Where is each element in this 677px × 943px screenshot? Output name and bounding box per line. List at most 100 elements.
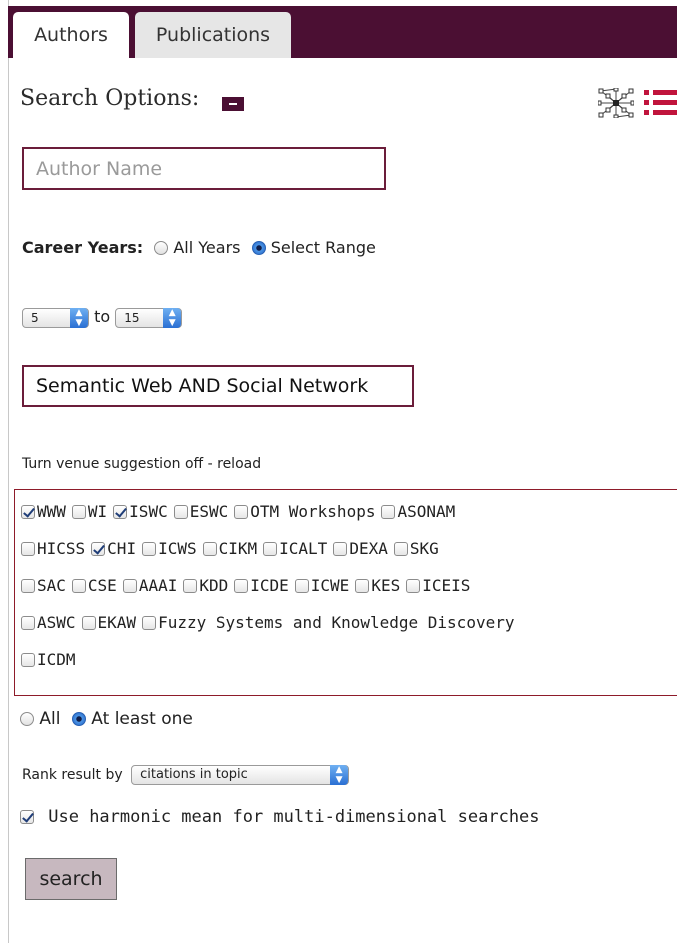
all-years-label: All Years	[173, 238, 241, 257]
collapse-toggle-button[interactable]	[222, 97, 244, 111]
venue-label: ICWE	[310, 576, 350, 595]
venue-option[interactable]: ISWC	[113, 502, 168, 521]
harmonic-mean-checkbox[interactable]	[20, 810, 34, 824]
rank-row: Rank result by citations in topic ▲ ▼	[22, 765, 350, 785]
venue-checkbox[interactable]	[393, 542, 408, 556]
rank-select[interactable]: citations in topic ▲ ▼	[131, 765, 350, 785]
venue-checkbox[interactable]	[263, 542, 278, 556]
stepper-arrows-icon: ▲ ▼	[70, 307, 88, 328]
venue-row: ASWC EKAW Fuzzy Systems and Knowledge Disc…	[21, 613, 520, 632]
venue-option[interactable]: SAC	[21, 576, 66, 595]
venue-suggestion-toggle-link[interactable]: Turn venue suggestion off - reload	[22, 456, 261, 472]
venue-label: ICDE	[250, 576, 289, 595]
stepper-arrows-icon: ▲ ▼	[163, 307, 182, 328]
venue-label: ASWC	[37, 613, 76, 632]
venue-label: AAAI	[138, 576, 178, 595]
venue-label: ESWC	[189, 502, 229, 521]
venue-checkbox[interactable]	[71, 579, 86, 593]
venue-row: WWW WI ISWC ESWC OTM Workshops ASONAM	[21, 502, 461, 521]
venue-checkbox[interactable]	[21, 579, 35, 593]
venue-option[interactable]: KDD	[183, 576, 228, 595]
venue-checkbox[interactable]	[333, 542, 348, 556]
venue-option[interactable]: SKG	[393, 539, 439, 558]
venue-checkbox[interactable]	[234, 579, 249, 593]
venue-checkbox[interactable]	[355, 579, 370, 593]
venue-checkbox[interactable]	[21, 505, 35, 519]
query-input[interactable]: Semantic Web AND Social Network	[22, 365, 414, 407]
venue-option[interactable]: ASWC	[21, 613, 76, 632]
venue-checkbox[interactable]	[21, 616, 35, 630]
venue-checkbox[interactable]	[234, 505, 249, 519]
harmonic-row: Use harmonic mean for multi-dimensional …	[20, 807, 540, 827]
venue-checkbox[interactable]	[183, 579, 198, 593]
venue-option[interactable]: CSE	[71, 576, 117, 595]
venue-checkbox[interactable]	[202, 542, 217, 556]
from-year-select[interactable]: 5 ▲ ▼	[22, 307, 89, 328]
venue-checkbox[interactable]	[122, 579, 137, 593]
all-years-radio[interactable]	[154, 241, 169, 255]
venue-label: EKAW	[97, 613, 137, 632]
author-name-input[interactable]	[22, 147, 386, 190]
search-button[interactable]: search	[25, 858, 117, 900]
to-label: to	[94, 307, 111, 326]
venue-checkbox[interactable]	[406, 579, 421, 593]
match-all-label: All	[39, 709, 61, 729]
venue-checkbox[interactable]	[113, 505, 128, 519]
venue-option[interactable]: ICDM	[21, 650, 76, 669]
venue-option[interactable]: ICWE	[294, 576, 350, 595]
venue-row: SAC CSE AAAI KDD ICDE ICWE KES ICEIS	[21, 576, 476, 595]
venue-checkbox[interactable]	[142, 616, 157, 630]
venue-label: ICALT	[279, 539, 328, 558]
venue-checkbox[interactable]	[21, 653, 35, 667]
venue-option[interactable]: CHI	[91, 539, 136, 558]
venue-label: CSE	[87, 576, 117, 595]
venue-checkbox[interactable]	[81, 616, 96, 630]
venue-label: ASONAM	[397, 502, 456, 521]
venue-label: Fuzzy Systems and Knowledge Discovery	[158, 613, 515, 632]
venue-option[interactable]: WWW	[21, 502, 66, 521]
venue-option[interactable]: DEXA	[333, 539, 388, 558]
venue-checkbox[interactable]	[173, 505, 188, 519]
venue-checkbox[interactable]	[381, 505, 396, 519]
select-arrows-icon: ▲ ▼	[330, 765, 349, 785]
match-at-least-one-radio[interactable]	[71, 712, 86, 726]
venue-checkbox[interactable]	[142, 542, 157, 556]
venue-checkbox[interactable]	[91, 542, 106, 556]
venue-row: ICDM	[21, 650, 82, 669]
to-year-select[interactable]: 15 ▲ ▼	[115, 307, 183, 328]
career-years-row: Career Years: All Years Select Range	[22, 238, 376, 257]
venue-label: ICDM	[37, 650, 76, 669]
venue-option[interactable]: KES	[355, 576, 400, 595]
venue-option[interactable]: ASONAM	[381, 502, 455, 521]
tab-publications[interactable]: Publications	[135, 12, 291, 58]
tab-authors[interactable]: Authors	[13, 12, 129, 58]
venue-option[interactable]: WI	[71, 502, 108, 521]
venue-option[interactable]: ICDE	[234, 576, 289, 595]
match-at-least-one-label: At least one	[91, 709, 193, 729]
venue-option[interactable]: ICALT	[263, 539, 327, 558]
left-border	[8, 0, 9, 943]
venue-label: WI	[87, 502, 108, 521]
venue-option[interactable]: ICWS	[142, 539, 197, 558]
venue-option[interactable]: EKAW	[81, 613, 137, 632]
list-view-icon[interactable]	[644, 88, 677, 118]
venue-checkbox[interactable]	[294, 579, 309, 593]
venue-label: SKG	[409, 539, 439, 558]
venue-checkbox[interactable]	[71, 505, 86, 519]
match-all-radio[interactable]	[20, 712, 34, 726]
venue-label: ICWS	[158, 539, 197, 558]
venue-label: ICEIS	[422, 576, 471, 595]
venue-option[interactable]: AAAI	[122, 576, 178, 595]
venue-checkbox[interactable]	[21, 542, 35, 556]
select-range-radio[interactable]	[251, 241, 266, 255]
network-graph-icon[interactable]	[598, 88, 634, 118]
venue-option[interactable]: ICEIS	[406, 576, 470, 595]
venue-option[interactable]: CIKM	[202, 539, 257, 558]
venue-option[interactable]: ESWC	[173, 502, 229, 521]
venue-label: DEXA	[349, 539, 388, 558]
rank-label: Rank result by	[22, 767, 123, 783]
venue-option[interactable]: HICSS	[21, 539, 85, 558]
career-years-label: Career Years:	[22, 238, 144, 257]
venue-option[interactable]: Fuzzy Systems and Knowledge Discovery	[142, 613, 514, 632]
venue-option[interactable]: OTM Workshops	[234, 502, 375, 521]
